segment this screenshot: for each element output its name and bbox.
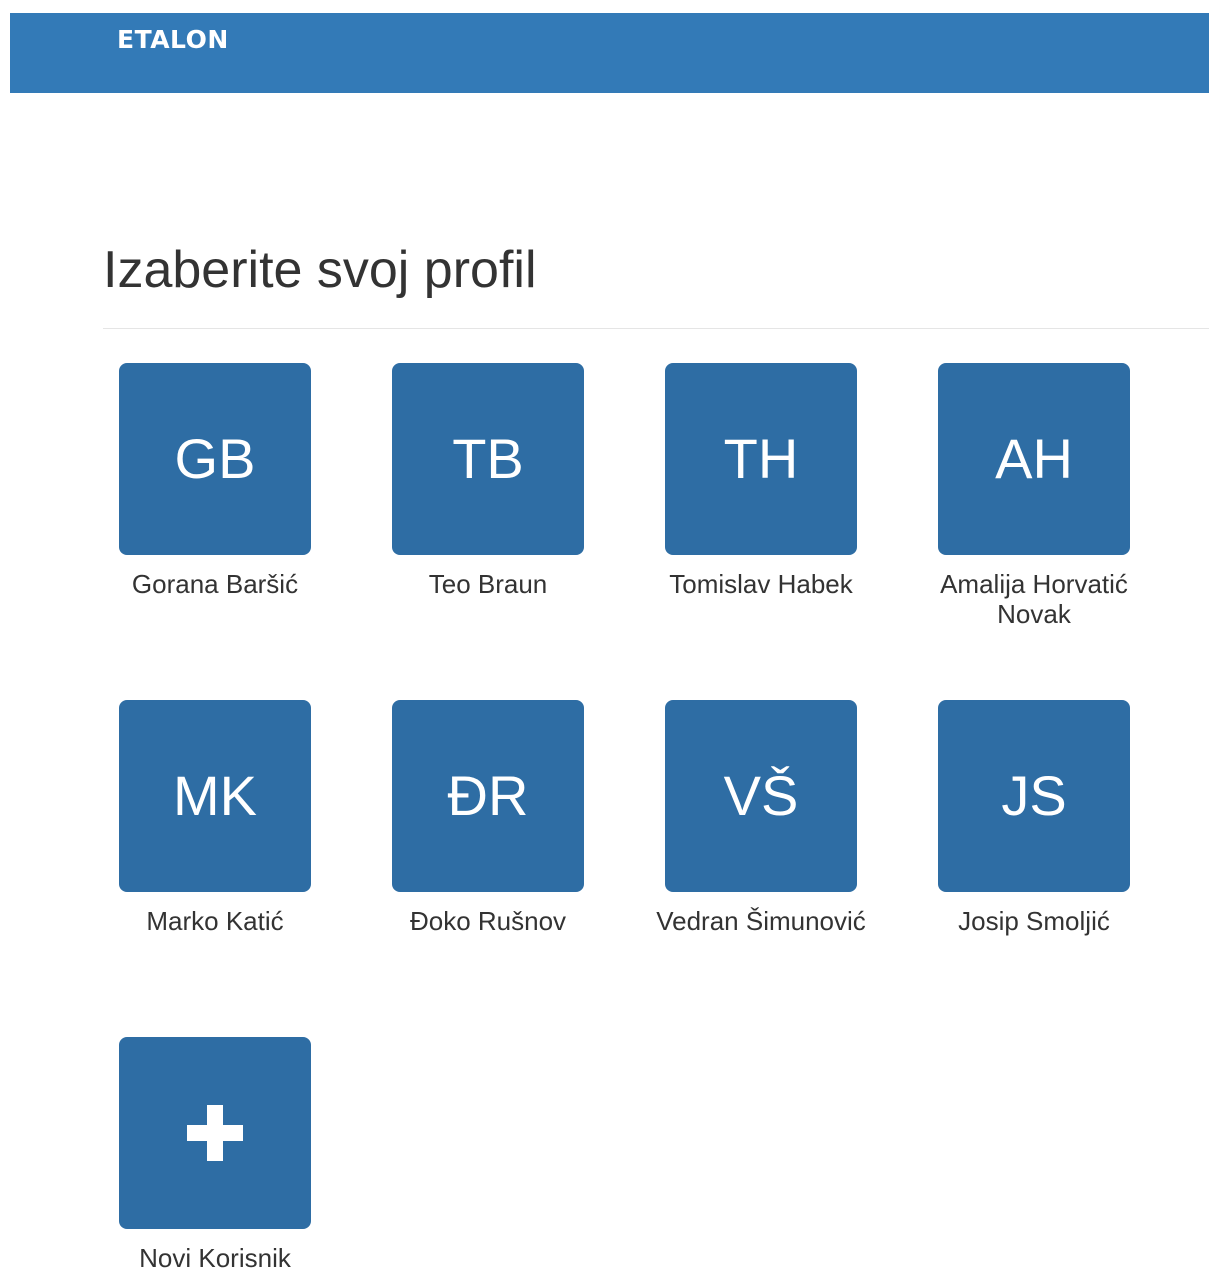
profile-avatar[interactable]: VŠ [665, 700, 857, 892]
profile-card[interactable]: VŠ Vedran Šimunović [645, 700, 877, 936]
profile-avatar[interactable]: TB [392, 363, 584, 555]
profile-card[interactable]: JS Josip Smoljić [918, 700, 1150, 936]
profile-avatar[interactable]: ĐR [392, 700, 584, 892]
plus-icon [187, 1105, 243, 1161]
profile-card[interactable]: TH Tomislav Habek [645, 363, 877, 599]
profile-avatar[interactable]: TH [665, 363, 857, 555]
title-divider [103, 328, 1209, 329]
profile-name: Josip Smoljić [958, 906, 1110, 936]
brand-logo[interactable]: ETALON [117, 24, 229, 56]
profile-avatar[interactable]: MK [119, 700, 311, 892]
profile-name: Đoko Rušnov [409, 906, 567, 936]
new-user-label: Novi Korisnik [139, 1243, 291, 1273]
profile-name: Amalija Horvatić Novak [940, 569, 1128, 629]
page-title: Izaberite svoj profil [103, 241, 537, 299]
profile-card[interactable]: MK Marko Katić [99, 700, 331, 936]
new-user-card[interactable]: Novi Korisnik [99, 1037, 331, 1273]
profile-avatar[interactable]: GB [119, 363, 311, 555]
profile-name: Gorana Baršić [131, 569, 299, 599]
profile-name: Teo Braun [428, 569, 548, 599]
profile-name: Marko Katić [146, 906, 284, 936]
profile-card[interactable]: TB Teo Braun [372, 363, 604, 599]
profile-card[interactable]: GB Gorana Baršić [99, 363, 331, 599]
new-user-button[interactable] [119, 1037, 311, 1229]
profile-name: Vedran Šimunović [656, 906, 866, 936]
profile-card[interactable]: AH Amalija Horvatić Novak [918, 363, 1150, 629]
profile-name: Tomislav Habek [669, 569, 853, 599]
profile-avatar[interactable]: JS [938, 700, 1130, 892]
profile-avatar[interactable]: AH [938, 363, 1130, 555]
profile-card[interactable]: ĐR Đoko Rušnov [372, 700, 604, 936]
